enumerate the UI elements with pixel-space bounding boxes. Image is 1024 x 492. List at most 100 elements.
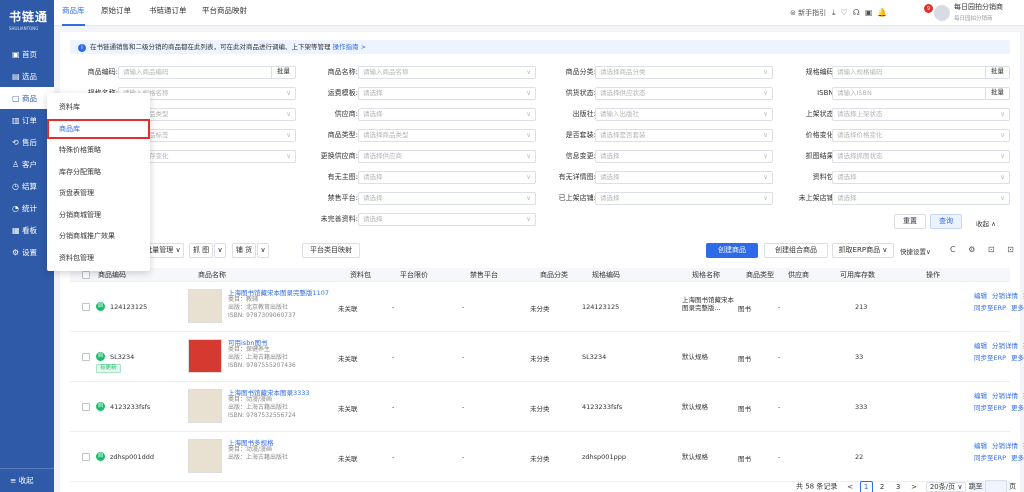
- op-4[interactable]: 更多 ∨: [1011, 454, 1024, 462]
- filter-input[interactable]: 请选择 ∨: [358, 171, 536, 184]
- op-0[interactable]: 编辑: [974, 392, 987, 400]
- tab-product-library[interactable]: 商品库: [62, 0, 85, 26]
- tab-slt-orders[interactable]: 书链通订单: [149, 0, 187, 26]
- tab-platform-mapping[interactable]: 平台商品映射: [202, 0, 247, 26]
- product-code[interactable]: 4123233fsfs: [110, 403, 150, 411]
- filter-input[interactable]: 请选择商品分类 ∨: [595, 66, 773, 79]
- submenu-item-6[interactable]: 分销商城推广效果: [47, 226, 150, 246]
- submenu-item-3[interactable]: 库存分配策略: [47, 162, 150, 182]
- op-0[interactable]: 编辑: [974, 292, 987, 300]
- op-3[interactable]: 同步至ERP: [974, 354, 1006, 362]
- filter-input[interactable]: 请选择 ∨: [595, 150, 773, 163]
- sidebar-item-4[interactable]: ⟲ 售后: [0, 131, 54, 153]
- sidebar-item-5[interactable]: ♙ 客户: [0, 153, 54, 175]
- reset-button[interactable]: 重置: [894, 214, 926, 229]
- page-1[interactable]: 1: [859, 480, 873, 492]
- page-3[interactable]: 3: [892, 482, 905, 492]
- toolbar-icons[interactable]: ⤓♡☊▣🔔: [832, 0, 892, 26]
- op-4[interactable]: 更多 ∨: [1011, 354, 1024, 362]
- grab-image-dropdown[interactable]: ∨: [214, 243, 226, 258]
- tab-original-orders[interactable]: 原始订单: [101, 0, 131, 26]
- product-code[interactable]: zdhsp001ddd: [110, 453, 154, 461]
- product-thumbnail[interactable]: [188, 339, 222, 373]
- query-button[interactable]: 查询: [930, 214, 962, 229]
- page-size-select[interactable]: 20条/页 ∨: [925, 481, 967, 492]
- filter-input[interactable]: 请选择商品类型 ∨: [358, 129, 536, 142]
- batch-button[interactable]: 批量: [271, 66, 295, 79]
- op-3[interactable]: 同步至ERP: [974, 404, 1006, 412]
- filter-input[interactable]: 请输入商品名称 ∨: [358, 66, 536, 79]
- filter-input[interactable]: 请选择供应状态 ∨: [595, 87, 773, 100]
- op-0[interactable]: 编辑: [974, 342, 987, 350]
- op-1[interactable]: 分销详情: [992, 392, 1018, 400]
- submenu-item-4[interactable]: 货盘表管理: [47, 183, 150, 203]
- sidebar-item-8[interactable]: ▦ 看板: [0, 219, 54, 241]
- product-code[interactable]: SL3234: [110, 353, 134, 361]
- goto-input[interactable]: [984, 480, 1007, 492]
- op-1[interactable]: 分销详情: [992, 292, 1018, 300]
- user-name[interactable]: 每日园拍分销商: [954, 2, 1003, 12]
- filter-input[interactable]: 请选择 ∨: [832, 171, 1010, 184]
- submenu-item-1[interactable]: 商品库: [47, 118, 150, 139]
- stock-count[interactable]: 333: [855, 403, 867, 411]
- batch-button[interactable]: 批量: [985, 66, 1009, 79]
- row-checkbox[interactable]: [82, 303, 90, 311]
- filter-input[interactable]: 请选择 ∨: [595, 171, 773, 184]
- submenu-item-0[interactable]: 资料库: [47, 97, 150, 117]
- batch-button[interactable]: 批量: [985, 87, 1009, 100]
- package-status[interactable]: 未关联: [338, 353, 358, 363]
- filter-input[interactable]: 请选择 ∨: [358, 108, 536, 121]
- filter-input[interactable]: 请输入商品编码 批量: [118, 66, 296, 79]
- collapse-sidebar-button[interactable]: ≡ 收起: [0, 468, 54, 492]
- quick-settings-button[interactable]: 快捷设置∨: [900, 246, 931, 256]
- grab-image-button[interactable]: 抓 图: [189, 243, 213, 258]
- filter-input[interactable]: 请输入出版社 ∨: [595, 108, 773, 121]
- prev-page[interactable]: <: [844, 482, 857, 492]
- select-all-checkbox[interactable]: [82, 271, 90, 279]
- package-status[interactable]: 未关联: [338, 303, 358, 313]
- filter-input[interactable]: 请选择 ∨: [358, 213, 536, 226]
- filter-input[interactable]: 请选择 ∨: [832, 192, 1010, 205]
- op-1[interactable]: 分销详情: [992, 342, 1018, 350]
- create-combo-button[interactable]: 创建组合商品: [764, 243, 828, 258]
- op-3[interactable]: 同步至ERP: [974, 304, 1006, 312]
- avatar[interactable]: [934, 5, 950, 21]
- distribute-dropdown[interactable]: ∨: [257, 243, 269, 258]
- stock-count[interactable]: 213: [855, 303, 867, 311]
- sidebar-item-6[interactable]: ◷ 结算: [0, 175, 54, 197]
- op-1[interactable]: 分销详情: [992, 442, 1018, 450]
- stock-count[interactable]: 33: [855, 353, 863, 361]
- product-thumbnail[interactable]: [188, 389, 222, 423]
- package-status[interactable]: 未关联: [338, 403, 358, 413]
- sidebar-item-3[interactable]: ▥ 订单: [0, 109, 54, 131]
- row-checkbox[interactable]: [82, 353, 90, 361]
- grab-erp-button[interactable]: 抓取ERP商品 ∨: [832, 243, 894, 258]
- sidebar-item-2[interactable]: ▢ 商品: [0, 87, 54, 109]
- filter-input[interactable]: 请选择抓图状态 ∨: [832, 150, 1010, 163]
- op-0[interactable]: 编辑: [974, 442, 987, 450]
- distribute-button[interactable]: 铺 货: [232, 243, 256, 258]
- submenu-item-5[interactable]: 分销商城管理: [47, 205, 150, 225]
- table-tool-icons[interactable]: C ⚙ ⊡ ⊡: [950, 245, 1019, 254]
- sidebar-item-9[interactable]: ⚙ 设置: [0, 241, 54, 263]
- submenu-item-7[interactable]: 资料包管理: [47, 248, 150, 268]
- create-product-button[interactable]: 创建商品: [706, 243, 758, 258]
- submenu-item-2[interactable]: 特殊价格策略: [47, 140, 150, 160]
- filter-input[interactable]: 请选择上架状态 ∨: [832, 108, 1010, 121]
- filter-input[interactable]: 请输入规格编码 批量: [832, 66, 1010, 79]
- filter-input[interactable]: 请选择 ∨: [358, 192, 536, 205]
- page-2[interactable]: 2: [876, 482, 889, 492]
- op-3[interactable]: 同步至ERP: [974, 454, 1006, 462]
- product-thumbnail[interactable]: [188, 289, 222, 323]
- row-checkbox[interactable]: [82, 453, 90, 461]
- guide-link[interactable]: 操作指南 >: [333, 43, 367, 51]
- product-code[interactable]: 124123125: [110, 303, 147, 311]
- next-page[interactable]: >: [908, 482, 921, 492]
- platform-category-mapping-button[interactable]: 平台类目映射: [302, 243, 360, 258]
- product-thumbnail[interactable]: [188, 439, 222, 473]
- sidebar-item-7[interactable]: ◔ 统计: [0, 197, 54, 219]
- filter-input[interactable]: 请选择 ∨: [595, 192, 773, 205]
- row-checkbox[interactable]: [82, 403, 90, 411]
- sidebar-item-1[interactable]: ▤ 选品: [0, 65, 54, 87]
- filter-input[interactable]: 请选择是否套装 ∨: [595, 129, 773, 142]
